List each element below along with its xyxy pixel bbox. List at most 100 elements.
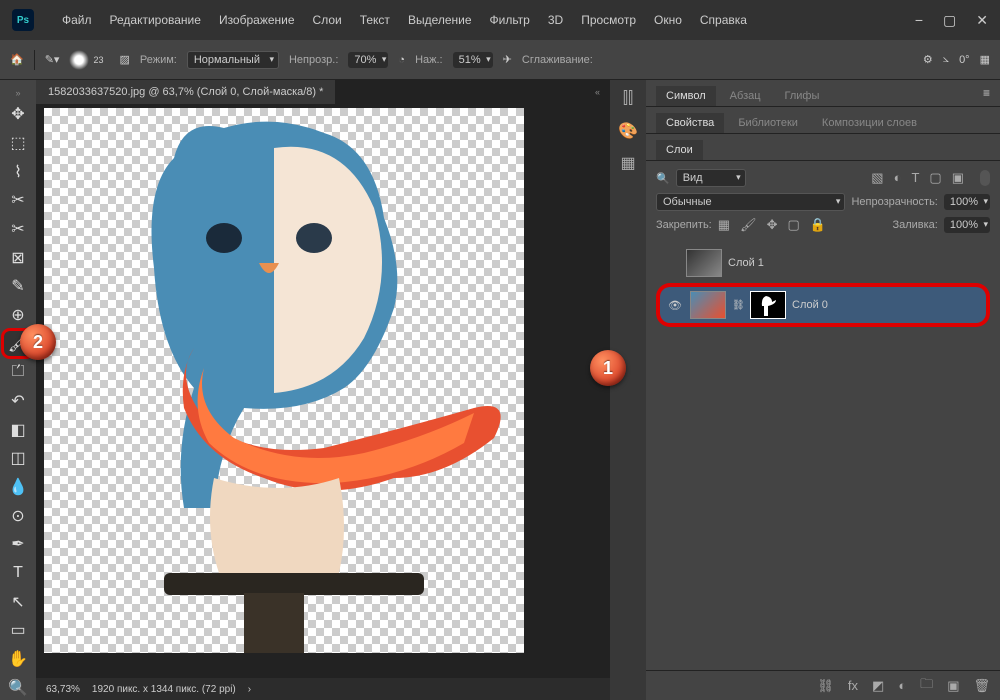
tab-layers[interactable]: Слои	[656, 140, 703, 160]
tab-properties[interactable]: Свойства	[656, 113, 724, 133]
mask-icon[interactable]: ◩	[872, 678, 884, 694]
home-icon[interactable]: 🏠	[10, 53, 24, 66]
lock-artboard-icon[interactable]: ▢	[787, 217, 799, 233]
brush-preview[interactable]: 23	[69, 50, 109, 70]
new-layer-icon[interactable]: ▣	[947, 678, 959, 694]
menu-layers[interactable]: Слои	[305, 9, 350, 31]
layer-opacity-label: Непрозрачность:	[851, 196, 937, 208]
filter-kind-select[interactable]: Вид	[676, 169, 746, 187]
airbrush-icon[interactable]: ✈	[503, 53, 512, 66]
eraser-tool[interactable]: ◧	[4, 417, 32, 442]
eyedropper-tool[interactable]: ✎	[4, 274, 32, 299]
canvas-area: 1582033637520.jpg @ 63,7% (Слой 0, Слой-…	[36, 80, 610, 700]
layer-mask-thumbnail[interactable]	[750, 291, 786, 319]
filter-smart-icon[interactable]: ▣	[952, 170, 964, 186]
blend-mode-layer-select[interactable]: Обычные	[656, 193, 845, 211]
menu-select[interactable]: Выделение	[400, 9, 480, 31]
menu-image[interactable]: Изображение	[211, 9, 303, 31]
group-icon[interactable]: 🗀	[920, 675, 933, 697]
lasso-tool[interactable]: ⌇	[4, 159, 32, 184]
zoom-level[interactable]: 63,73%	[46, 684, 80, 695]
menu-view[interactable]: Просмотр	[573, 9, 644, 31]
filter-adjust-icon[interactable]: ◐	[894, 170, 902, 186]
path-select-tool[interactable]: ↖	[4, 589, 32, 614]
swatches-icon[interactable]: ▦	[619, 154, 637, 172]
move-tool[interactable]: ✥	[4, 102, 32, 127]
fill-input[interactable]: 100%	[944, 217, 990, 233]
layer-name[interactable]: Слой 0	[792, 299, 828, 311]
tab-libraries[interactable]: Библиотеки	[728, 113, 808, 133]
canvas[interactable]	[44, 108, 524, 653]
tab-layer-comps[interactable]: Композиции слоев	[812, 113, 927, 133]
dodge-tool[interactable]: ⊙	[4, 503, 32, 528]
stamp-tool[interactable]: ⏍	[4, 360, 32, 385]
layer-row-selected[interactable]: 👁 ⛓ Слой 0	[660, 287, 986, 323]
menu-file[interactable]: Файл	[54, 9, 100, 31]
type-tool[interactable]: T	[4, 561, 32, 586]
zoom-tool[interactable]: 🔍	[4, 675, 32, 700]
maximize-icon[interactable]: ▢	[943, 12, 956, 29]
pen-tool[interactable]: ✒	[4, 532, 32, 557]
mask-link-icon[interactable]: ⛓	[732, 300, 744, 311]
layer-row[interactable]: Слой 1	[656, 245, 990, 281]
marquee-tool[interactable]: ⬚	[4, 131, 32, 156]
rectangle-tool[interactable]: ▭	[4, 618, 32, 643]
visibility-toggle[interactable]: 👁	[666, 299, 684, 312]
document-tab[interactable]: 1582033637520.jpg @ 63,7% (Слой 0, Слой-…	[36, 80, 335, 104]
tab-symbol[interactable]: Символ	[656, 86, 716, 106]
angle-value[interactable]: 0°	[959, 54, 970, 66]
crop-tool[interactable]: ✂	[4, 217, 32, 242]
delete-icon[interactable]: 🗑	[973, 678, 990, 694]
lock-pixels-icon[interactable]: 🖌	[740, 217, 757, 233]
layer-opacity-input[interactable]: 100%	[944, 194, 990, 210]
menu-text[interactable]: Текст	[352, 9, 398, 31]
link-layers-icon[interactable]: ⛓	[817, 678, 834, 694]
layer-thumbnail[interactable]	[686, 249, 722, 277]
menu-filter[interactable]: Фильтр	[482, 9, 538, 31]
opacity-input[interactable]: 70%	[348, 52, 388, 68]
history-brush-tool[interactable]: ↶	[4, 389, 32, 414]
tool-preset-icon[interactable]: ✎▾	[45, 53, 60, 66]
frame-tool[interactable]: ⊠	[4, 245, 32, 270]
lock-position-icon[interactable]: ✥	[767, 217, 778, 233]
blur-tool[interactable]: 💧	[4, 475, 32, 500]
filter-type-icon[interactable]: T	[911, 170, 919, 186]
flow-input[interactable]: 51%	[453, 52, 493, 68]
menu-help[interactable]: Справка	[692, 9, 755, 31]
blend-mode-select[interactable]: Нормальный	[187, 51, 279, 69]
gradient-tool[interactable]: ◫	[4, 446, 32, 471]
layers-panel: 🔍 Вид ▧ ◐ T ▢ ▣ Обычные Непрозрачность: …	[646, 161, 1000, 337]
lock-all-icon[interactable]: 🔒	[810, 217, 826, 233]
gear-icon[interactable]: ⚙	[923, 53, 933, 66]
tab-paragraph[interactable]: Абзац	[720, 86, 771, 106]
lock-label: Закрепить:	[656, 219, 712, 231]
filter-toggle[interactable]	[980, 170, 990, 186]
fill-label: Заливка:	[892, 219, 937, 231]
filter-pixel-icon[interactable]: ▧	[871, 170, 883, 186]
tab-glyphs[interactable]: Глифы	[775, 86, 830, 106]
adjustment-icon[interactable]: ◐	[898, 678, 906, 693]
hand-tool[interactable]: ✋	[4, 647, 32, 672]
filter-shape-icon[interactable]: ▢	[929, 170, 941, 186]
histogram-icon[interactable]: ⫿⫿	[619, 90, 637, 108]
fx-icon[interactable]: fx	[848, 678, 858, 693]
quick-select-tool[interactable]: ✂	[4, 188, 32, 213]
layer-thumbnail[interactable]	[690, 291, 726, 319]
info-chevron-icon[interactable]: ›	[248, 684, 251, 695]
menu-window[interactable]: Окно	[646, 9, 690, 31]
close-icon[interactable]: ✕	[976, 12, 988, 29]
color-icon[interactable]: 🎨	[619, 122, 637, 140]
menu-3d[interactable]: 3D	[540, 9, 571, 31]
layer-name[interactable]: Слой 1	[728, 257, 764, 269]
toolbar-expand-icon[interactable]: »	[15, 88, 20, 98]
panel-expand-icon[interactable]: «	[595, 87, 600, 97]
doc-info[interactable]: 1920 пикс. x 1344 пикс. (72 ppi)	[92, 684, 236, 695]
brush-panel-icon[interactable]: ▨	[119, 53, 129, 66]
minimize-icon[interactable]: −	[915, 12, 923, 29]
panel-menu-icon[interactable]: ≡	[983, 86, 990, 106]
pressure-opacity-icon[interactable]: ◔	[398, 54, 405, 66]
menu-edit[interactable]: Редактирование	[102, 9, 209, 31]
healing-tool[interactable]: ⊕	[4, 303, 32, 328]
symmetry-icon[interactable]: ▦	[980, 53, 990, 66]
lock-transparent-icon[interactable]: ▦	[718, 217, 730, 233]
